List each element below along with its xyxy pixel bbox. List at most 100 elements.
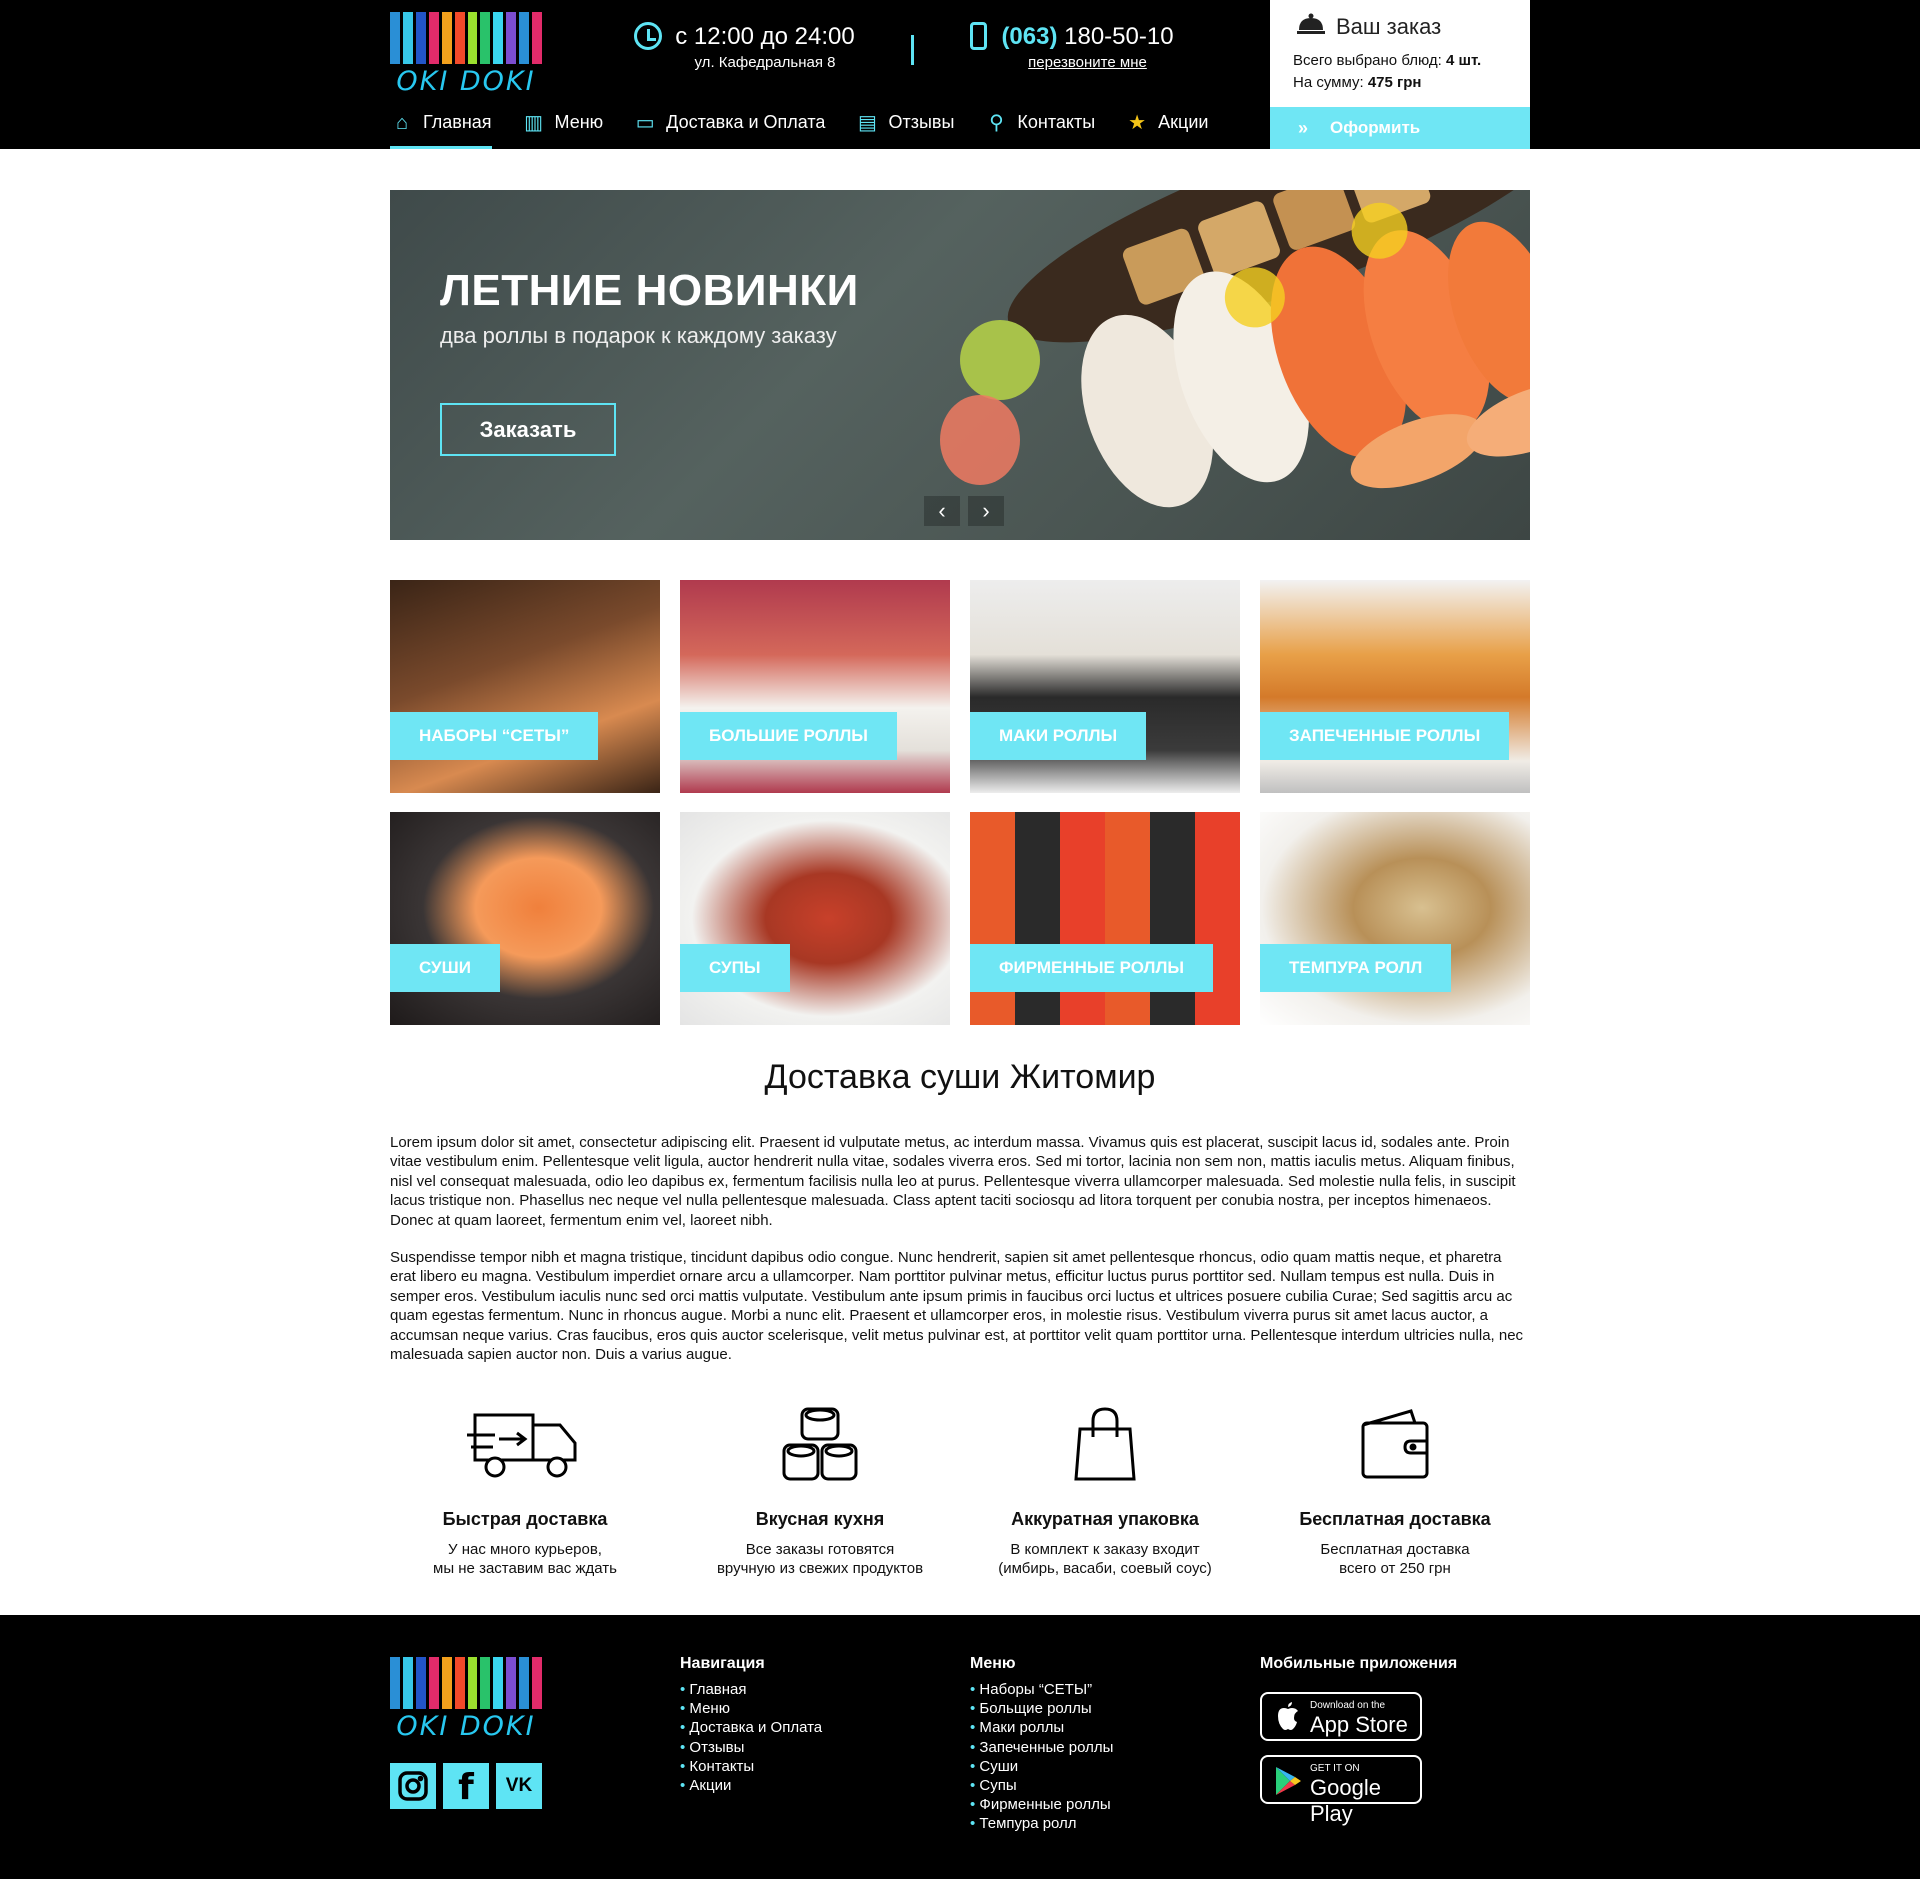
wallet-icon xyxy=(1361,1409,1429,1479)
footer: OKI DOKI f VK Навигация Главная Меню Дос… xyxy=(0,1615,1920,1879)
cart-title: Ваш заказ xyxy=(1336,14,1442,39)
truck-icon xyxy=(467,1413,577,1478)
logo-text: OKI DOKI xyxy=(396,1711,536,1742)
appstore-small: Download on the xyxy=(1310,1700,1386,1711)
cart-sum: На сумму: 475 грн xyxy=(1293,74,1421,91)
cart-sum-label: На сумму: xyxy=(1293,74,1364,91)
pin-icon: ⚲ xyxy=(989,112,1004,134)
double-chevron-icon: » xyxy=(1298,118,1309,138)
category-card[interactable]: ФИРМЕННЫЕ РОЛЛЫ xyxy=(970,812,1240,1025)
footer-menu: Меню Наборы “СЕТЫ” Больщие роллы Маки ро… xyxy=(970,1655,1113,1834)
app-store-button[interactable]: Download on the App Store xyxy=(1260,1692,1422,1741)
feature-desc: У нас много курьеров, мы не заставим вас … xyxy=(380,1540,670,1578)
feature-title: Вкусная кухня xyxy=(755,1509,885,1529)
checkout-button[interactable]: » Оформить xyxy=(1270,107,1530,149)
nav-item-contacts[interactable]: ⚲ Контакты xyxy=(984,108,1095,149)
footer-menu-link[interactable]: Фирменные роллы xyxy=(970,1795,1113,1814)
footer-logo[interactable]: OKI DOKI xyxy=(390,1657,543,1743)
footer-navigation: Навигация Главная Меню Доставка и Оплата… xyxy=(680,1655,822,1795)
feature-line: всего от 250 грн xyxy=(1339,1560,1451,1577)
nav-item-home[interactable]: ⌂ Главная xyxy=(390,108,492,149)
main-nav: ⌂ Главная ▥ Меню ▭ Доставка и Оплата ▤ Отзыв… xyxy=(390,108,1238,149)
logo[interactable]: OKI DOKI xyxy=(390,12,543,98)
feature-line: Все заказы готовятся xyxy=(745,1541,895,1558)
chevron-left-icon[interactable]: ‹ xyxy=(924,496,960,526)
logo-text: OKI DOKI xyxy=(396,66,536,97)
hero-banner: ЛЕТНИЕ НОВИНКИ два роллы в подарок к каж… xyxy=(390,190,1530,540)
google-play-button[interactable]: GET IT ON Google Play xyxy=(1260,1755,1422,1826)
working-hours: с 12:00 до 24:00 xyxy=(675,23,855,50)
card-icon: ▭ xyxy=(635,112,655,134)
nav-label: Меню xyxy=(554,112,604,132)
header: OKI DOKI с 12:00 до 24:00 ул. Кафедральн… xyxy=(0,0,1920,149)
category-label: ЗАПЕЧЕННЫЕ РОЛЛЫ xyxy=(1260,712,1510,760)
footer-nav-link[interactable]: Отзывы xyxy=(680,1738,822,1757)
category-card[interactable]: БОЛЬШИЕ РОЛЛЫ xyxy=(680,580,950,793)
appstore-big: App Store xyxy=(1310,1712,1408,1737)
nav-item-delivery[interactable]: ▭ Доставка и Оплата xyxy=(633,108,826,149)
nav-item-promos[interactable]: ★ Акции xyxy=(1125,108,1208,149)
feature-title: Аккуратная упаковка xyxy=(1011,1509,1199,1529)
feature-packaging: Аккуратная упаковка В комплект к заказу … xyxy=(960,1405,1250,1577)
category-card[interactable]: СУШИ xyxy=(390,812,660,1025)
nav-label: Контакты xyxy=(1017,112,1096,132)
category-label: МАКИ РОЛЛЫ xyxy=(970,712,1147,760)
rolls-icon xyxy=(782,1407,858,1481)
footer-menu-link[interactable]: Темпура ролл xyxy=(970,1814,1113,1833)
vk-icon[interactable]: VK xyxy=(496,1763,542,1809)
facebook-icon[interactable]: f xyxy=(443,1763,489,1809)
feature-desc: Все заказы готовятся вручную из свежих пр… xyxy=(675,1540,965,1578)
feature-fast-delivery: Быстрая доставка У нас много курьеров, мы… xyxy=(380,1405,670,1577)
footer-menu-link[interactable]: Запеченные роллы xyxy=(970,1738,1113,1757)
checkout-label: Оформить xyxy=(1330,118,1421,137)
footer-nav-link[interactable]: Меню xyxy=(680,1699,822,1718)
phone-code: (063) xyxy=(1001,23,1058,50)
callback-link[interactable]: перезвоните мне xyxy=(995,52,1180,74)
footer-nav-link[interactable]: Контакты xyxy=(680,1757,822,1776)
phone-icon xyxy=(970,22,987,50)
category-label: ФИРМЕННЫЕ РОЛЛЫ xyxy=(970,944,1214,992)
footer-menu-link[interactable]: Маки роллы xyxy=(970,1718,1113,1737)
footer-menu-link[interactable]: Наборы “СЕТЫ” xyxy=(970,1680,1113,1699)
category-card[interactable]: ЗАПЕЧЕННЫЕ РОЛЛЫ xyxy=(1260,580,1530,793)
footer-apps: Мобильные приложения xyxy=(1260,1655,1457,1680)
feature-desc: Бесплатная доставка всего от 250 грн xyxy=(1250,1540,1540,1578)
instagram-icon[interactable] xyxy=(390,1763,436,1809)
cloche-icon xyxy=(1297,13,1325,34)
apple-icon xyxy=(1278,1702,1298,1730)
category-card[interactable]: НАБОРЫ “СЕТЫ” xyxy=(390,580,660,793)
category-label: СУШИ xyxy=(390,944,500,992)
about-paragraph-1: Lorem ipsum dolor sit amet, consectetur … xyxy=(390,1134,1516,1229)
footer-nav-link[interactable]: Доставка и Оплата xyxy=(680,1718,822,1737)
category-label: БОЛЬШИЕ РОЛЛЫ xyxy=(680,712,897,760)
nav-item-reviews[interactable]: ▤ Отзывы xyxy=(855,108,954,149)
category-card[interactable]: МАКИ РОЛЛЫ xyxy=(970,580,1240,793)
order-button[interactable]: Заказать xyxy=(440,403,616,456)
feature-line: вручную из свежих продуктов xyxy=(716,1560,924,1577)
hero-title: ЛЕТНИЕ НОВИНКИ xyxy=(440,266,859,315)
footer-nav-link[interactable]: Акции xyxy=(680,1776,822,1795)
sushi-image xyxy=(940,190,1530,508)
book-icon: ▥ xyxy=(524,112,543,134)
chevron-right-icon[interactable]: › xyxy=(968,496,1004,526)
category-card[interactable]: ТЕМПУРА РОЛЛ xyxy=(1260,812,1530,1025)
footer-menu-link[interactable]: Супы xyxy=(970,1776,1113,1795)
footer-menu-link[interactable]: Суши xyxy=(970,1757,1113,1776)
category-card[interactable]: СУПЫ xyxy=(680,812,950,1025)
feature-tasty: Вкусная кухня Все заказы готовятся вручну… xyxy=(675,1405,965,1577)
bag-icon xyxy=(1074,1407,1136,1481)
footer-menu-link[interactable]: Больщие роллы xyxy=(970,1699,1113,1718)
cart-widget: Ваш заказ Всего выбрано блюд: 4 шт. На с… xyxy=(1270,0,1530,149)
gplay-big: Google Play xyxy=(1310,1775,1381,1826)
logo-bars xyxy=(390,12,543,64)
footer-nav-title: Навигация xyxy=(680,1655,765,1672)
logo-bars xyxy=(390,1657,543,1709)
cart-items-value: 4 шт. xyxy=(1446,52,1482,69)
footer-nav-link[interactable]: Главная xyxy=(680,1680,822,1699)
feature-free-delivery: Бесплатная доставка Бесплатная доставка в… xyxy=(1250,1405,1540,1577)
feature-title: Бесплатная доставка xyxy=(1299,1509,1491,1529)
google-play-icon xyxy=(1276,1767,1301,1795)
nav-item-menu[interactable]: ▥ Меню xyxy=(522,108,604,149)
star-icon: ★ xyxy=(1128,112,1147,134)
phone-number[interactable]: (063) 180-50-10 xyxy=(995,22,1180,52)
